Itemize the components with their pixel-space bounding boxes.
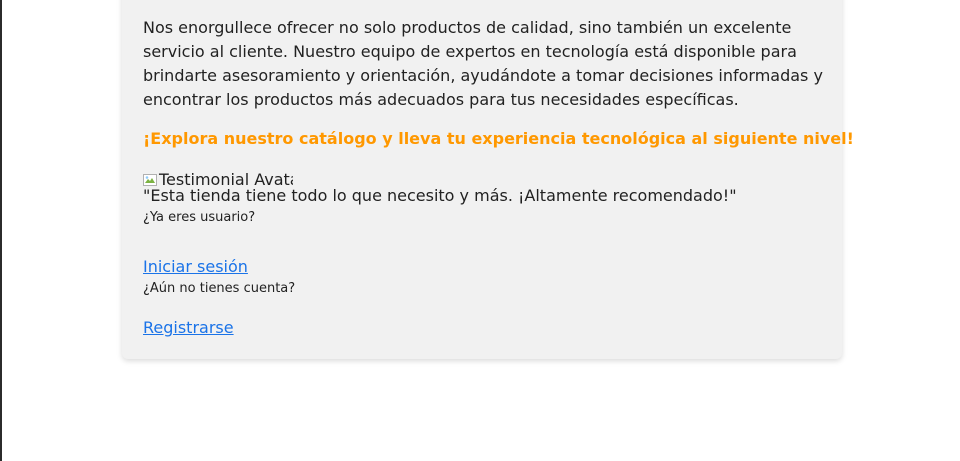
page-viewport: Nos enorgullece ofrecer no solo producto… xyxy=(0,0,960,461)
testimonial-quote: "Esta tienda tiene todo lo que necesito … xyxy=(143,186,737,205)
catalog-cta-text: ¡Explora nuestro catálogo y lleva tu exp… xyxy=(143,129,854,148)
register-prompt: ¿Aún no tienes cuenta? xyxy=(143,281,296,296)
info-card: Nos enorgullece ofrecer no solo producto… xyxy=(122,0,854,359)
login-prompt: ¿Ya eres usuario? xyxy=(143,210,256,225)
about-paragraph: Nos enorgullece ofrecer no solo producto… xyxy=(143,18,823,109)
register-link[interactable]: Registrarse xyxy=(143,317,234,339)
login-link[interactable]: Iniciar sesión xyxy=(143,256,248,278)
